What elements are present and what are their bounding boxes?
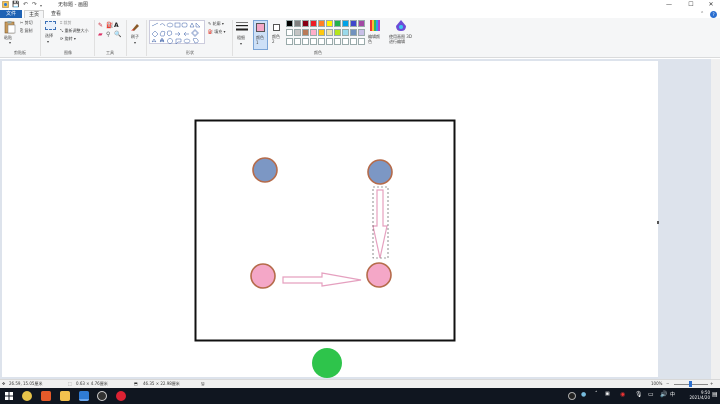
network-icon[interactable]: ▭ [648,391,654,398]
selection-size: 0.63 × 4.76厘米 [76,381,108,386]
netease-music-icon[interactable] [116,391,126,401]
notification-icon[interactable]: ▤ [712,391,718,398]
file-size-icon: 🖫 [201,381,205,386]
pink-circle-bottom-left [250,263,276,289]
canvas-resize-handle[interactable] [657,221,659,224]
windows-start-icon[interactable] [5,392,13,400]
penguin-app-icon[interactable] [22,391,32,401]
tray-arrow-icon[interactable]: ˄ [595,391,598,397]
square-frame [194,119,456,342]
image-size: 46.35 × 22.98厘米 [143,381,180,386]
tray-icon[interactable]: ● [581,391,586,398]
zoom-out-button[interactable]: − [666,381,669,386]
tray-icon[interactable]: ▣ [605,391,610,397]
antivirus-icon[interactable]: ◉ [620,391,625,398]
zoom-slider-thumb[interactable] [689,381,692,387]
zoom-in-button[interactable]: + [710,381,713,386]
cursor-position-icon: ✥ [2,381,6,386]
green-circle [312,348,342,378]
paint-window: 💾 ↶ ↷ ▾ 无标题 - 画图 — ☐ ✕ 文件 主页 查看 ⌃ ? 粘贴 ▾… [0,0,720,404]
zoom-level: 100% [651,381,663,386]
microphone-icon[interactable]: 🎙 [635,391,643,398]
system-clock[interactable]: 9:50 2021/4/20 [689,390,710,400]
tray-app-icon[interactable] [568,392,576,400]
taskbar: ● ˄ ▣ ◉ 🎙 ▭ 🔊 中 9:50 2021/4/20 ▤ [0,388,720,404]
status-bar: ✥ 26.59, 15.05厘米 ⬚ 0.63 × 4.76厘米 ⬒ 46.35… [0,379,720,388]
clock-app-icon[interactable] [97,391,107,401]
clock-date: 2021/4/20 [689,395,710,400]
paint-taskbar-icon[interactable] [79,391,89,401]
file-explorer-icon[interactable] [60,391,70,401]
ime-icon[interactable]: 中 [670,391,675,398]
blue-circle-top-left [252,157,278,183]
image-size-icon: ⬒ [134,381,138,386]
selection-size-icon: ⬚ [68,381,72,386]
office-app-icon[interactable] [41,391,51,401]
pink-circle-bottom-right [366,262,392,288]
canvas-drawing [194,119,659,378]
volume-icon[interactable]: 🔊 [660,391,667,398]
cursor-position: 26.59, 15.05厘米 [9,381,43,386]
blue-circle-top-right [367,159,393,185]
